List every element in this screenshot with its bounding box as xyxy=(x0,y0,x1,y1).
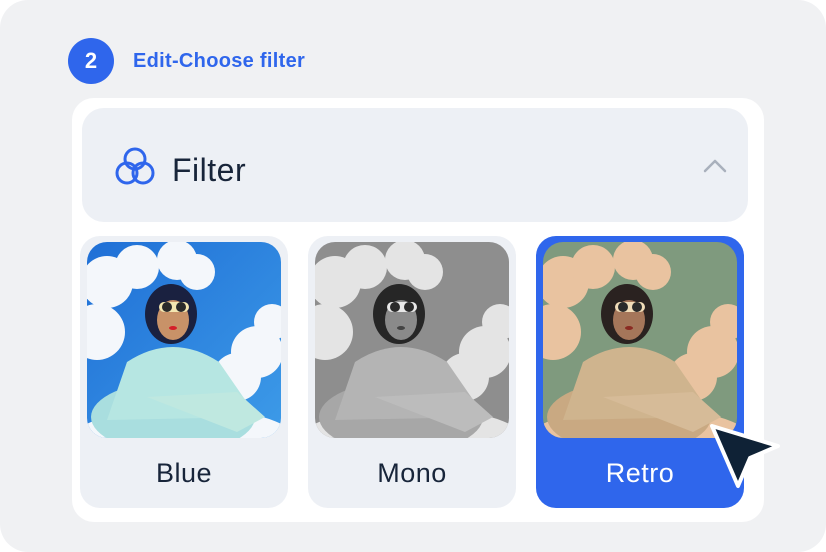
filter-label-mono: Mono xyxy=(377,458,447,488)
filter-circles-icon xyxy=(115,147,155,185)
chevron-up-icon[interactable] xyxy=(702,156,728,174)
filter-section-header[interactable]: Filter xyxy=(82,108,748,222)
filter-option-blue[interactable]: Blue xyxy=(80,236,288,508)
step-panel: 2 Edit-Choose filter Filter Blue Mono Re… xyxy=(0,0,826,552)
filter-thumbnail-mono xyxy=(315,242,509,438)
filter-thumbnail-blue xyxy=(87,242,281,438)
step-number-badge: 2 xyxy=(68,38,114,84)
filter-label-blue: Blue xyxy=(155,458,213,488)
filter-card: Filter Blue Mono Retro xyxy=(72,98,764,522)
step-title: Edit-Choose filter xyxy=(133,49,306,72)
step-header: 2 Edit-Choose filter xyxy=(68,38,305,84)
filter-thumbnail-retro xyxy=(543,242,737,438)
filter-title: Filter xyxy=(172,152,247,188)
mouse-pointer-icon xyxy=(710,424,780,488)
filter-option-mono[interactable]: Mono xyxy=(308,236,516,508)
